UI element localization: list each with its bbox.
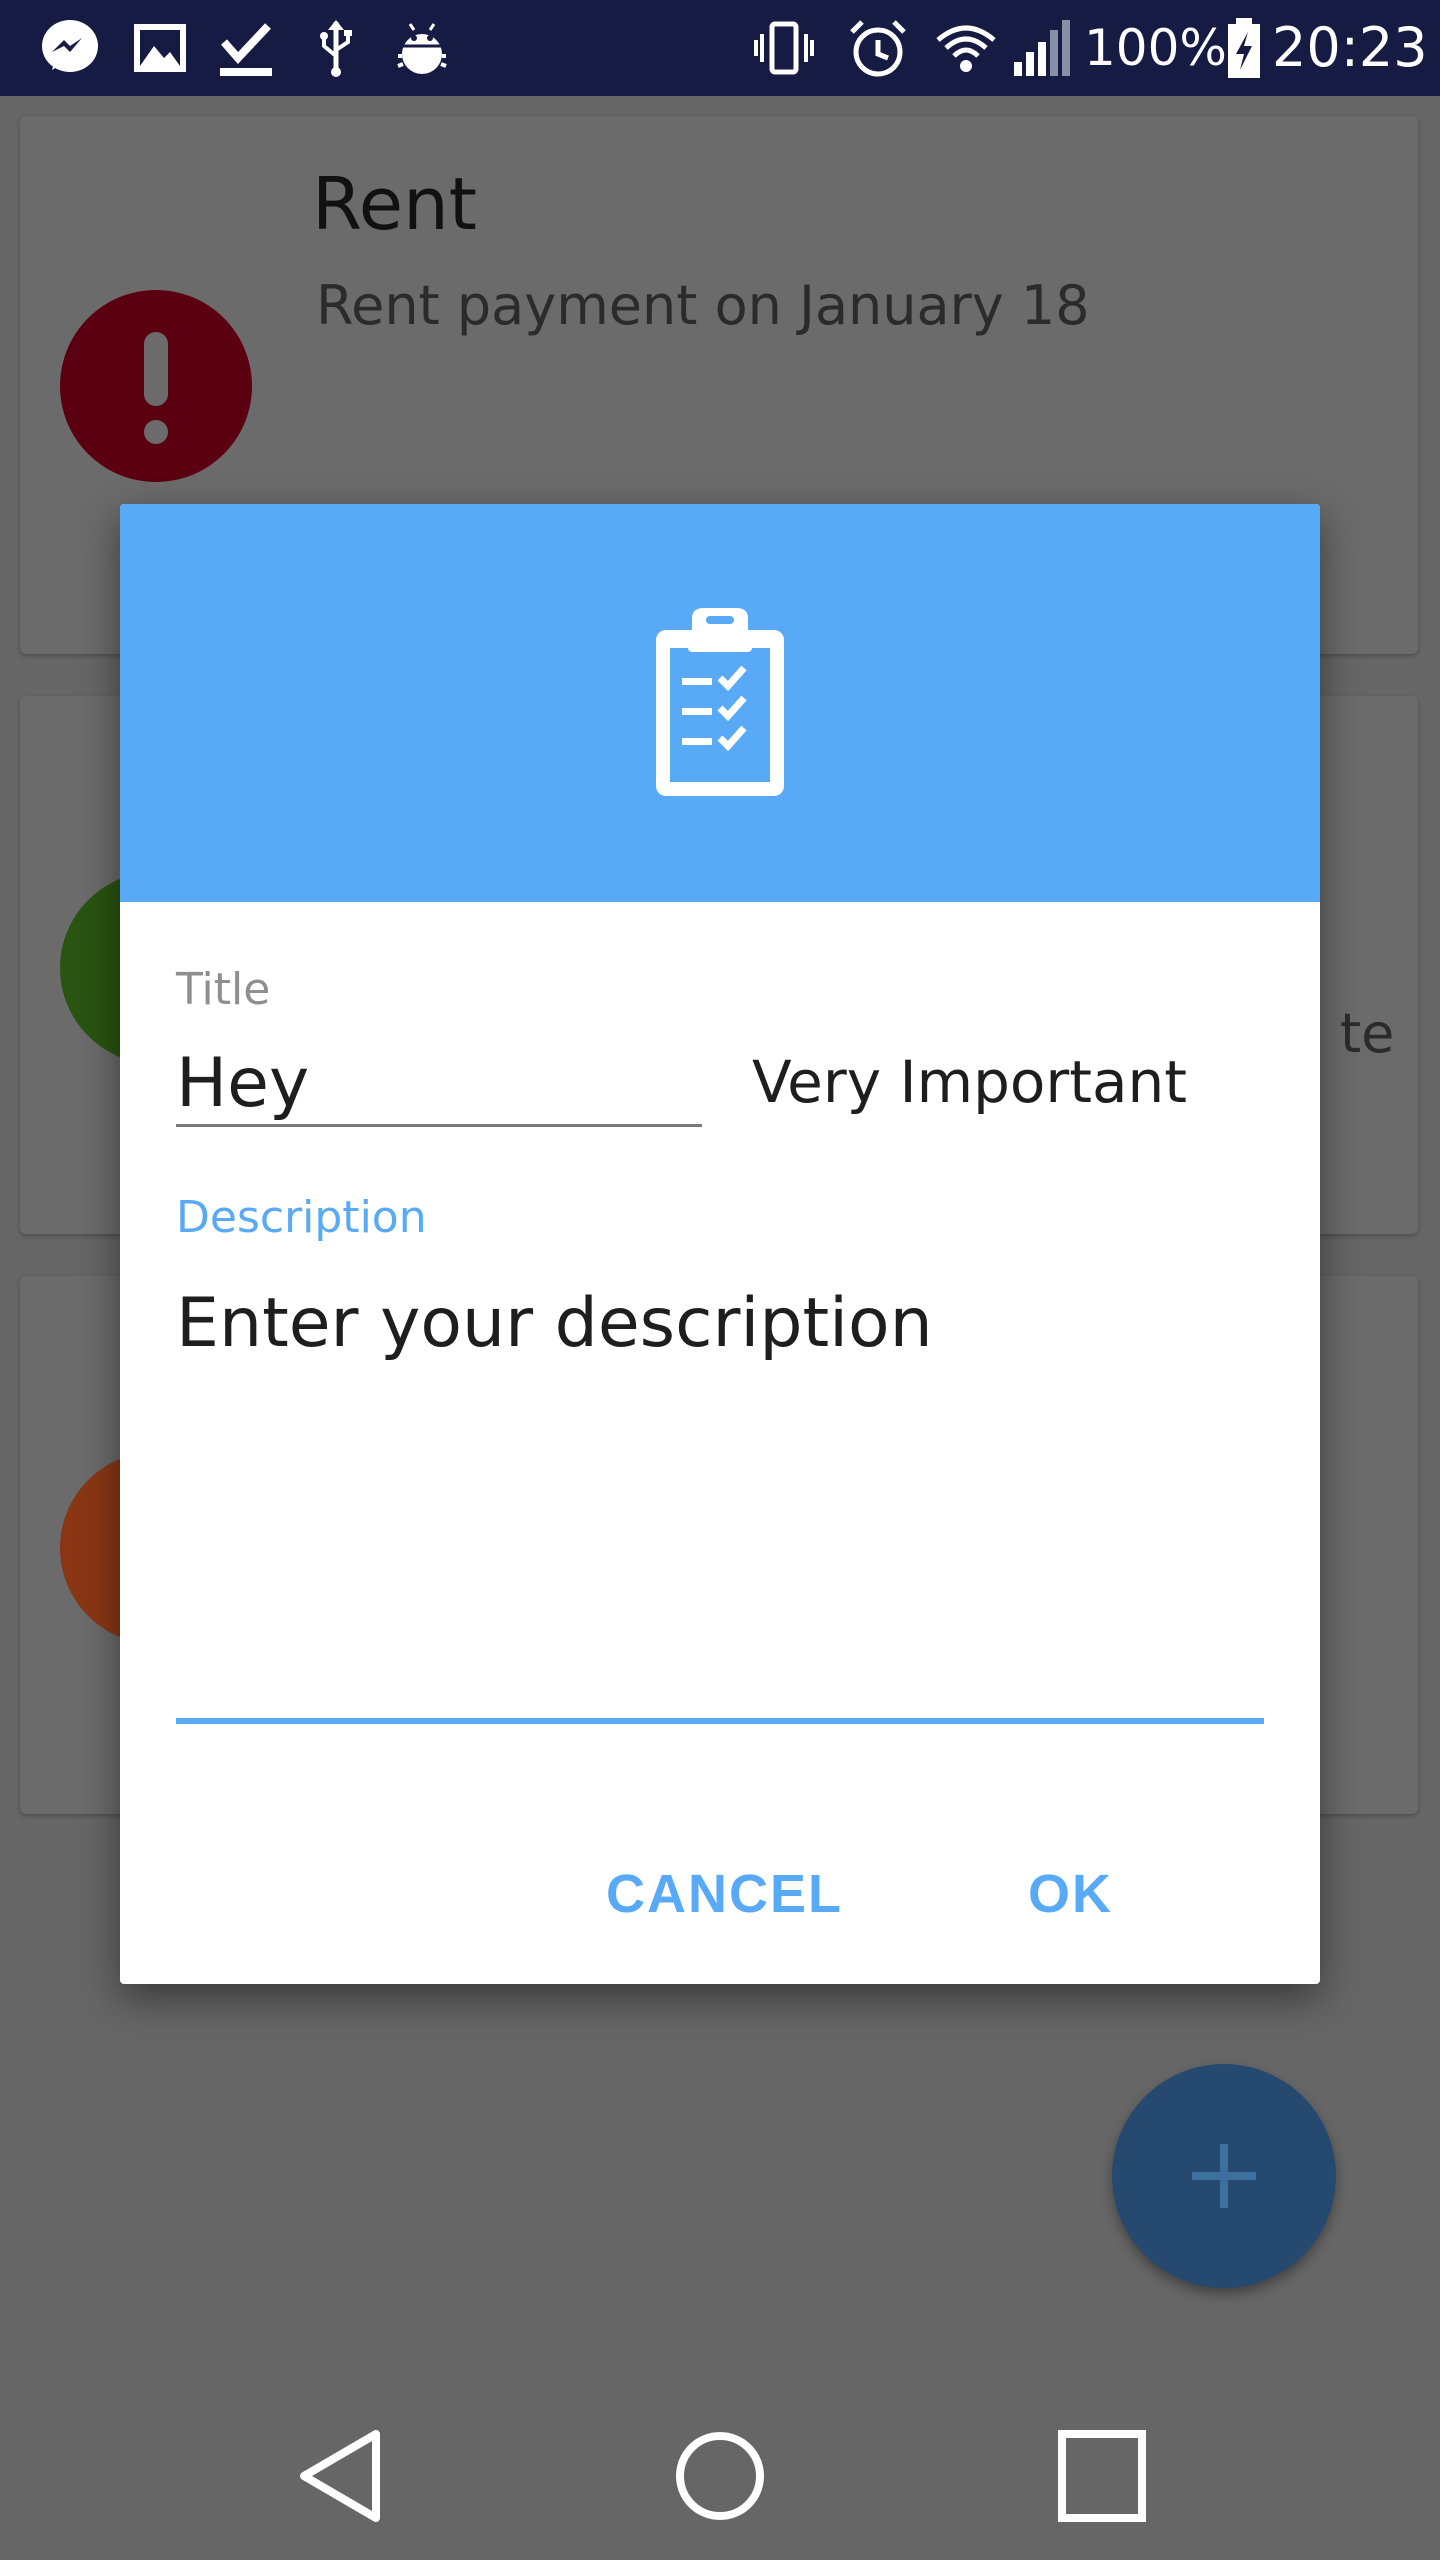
download-done-icon <box>214 16 278 80</box>
recents-icon[interactable] <box>1056 2426 1148 2526</box>
ok-button[interactable]: OK <box>1028 1852 1113 1936</box>
plus-icon <box>1192 2144 1256 2208</box>
wifi-icon <box>934 16 998 80</box>
back-icon[interactable] <box>296 2426 388 2526</box>
dialog-header <box>120 504 1320 902</box>
title-label: Title <box>176 964 271 1015</box>
cell-signal-icon <box>1010 16 1074 80</box>
home-icon[interactable] <box>672 2426 768 2526</box>
card-title: Rent <box>312 162 477 246</box>
cancel-button[interactable]: CANCEL <box>606 1852 843 1936</box>
priority-selected-value: Very Important <box>752 1048 1187 1116</box>
messenger-icon <box>38 16 102 80</box>
clipboard-checklist-icon <box>656 608 784 796</box>
alarm-icon <box>846 16 910 80</box>
description-field[interactable]: Enter your description <box>176 1274 1264 1724</box>
exclamation-icon <box>144 332 168 444</box>
card-subtitle: Rent payment on January 18 <box>316 274 1090 337</box>
battery-percentage: 100% <box>1084 19 1227 77</box>
add-button[interactable] <box>1112 2064 1336 2288</box>
status-bar: 100% 20:23 <box>0 0 1440 96</box>
gallery-icon <box>128 16 192 80</box>
battery-charging-icon <box>1224 16 1264 80</box>
android-debug-icon <box>390 16 454 80</box>
description-label: Description <box>176 1192 427 1243</box>
priority-dropdown[interactable]: Very Important <box>752 1040 1320 1124</box>
usb-icon <box>304 16 368 80</box>
title-field[interactable]: Hey <box>176 1044 702 1127</box>
card-subtitle: te <box>1340 1002 1395 1065</box>
clock: 20:23 <box>1272 16 1428 79</box>
vibrate-icon <box>752 16 816 80</box>
priority-avatar <box>60 290 252 482</box>
add-item-dialog: Title Hey Very Important Description Ent… <box>120 504 1320 1984</box>
description-placeholder: Enter your description <box>176 1284 933 1363</box>
